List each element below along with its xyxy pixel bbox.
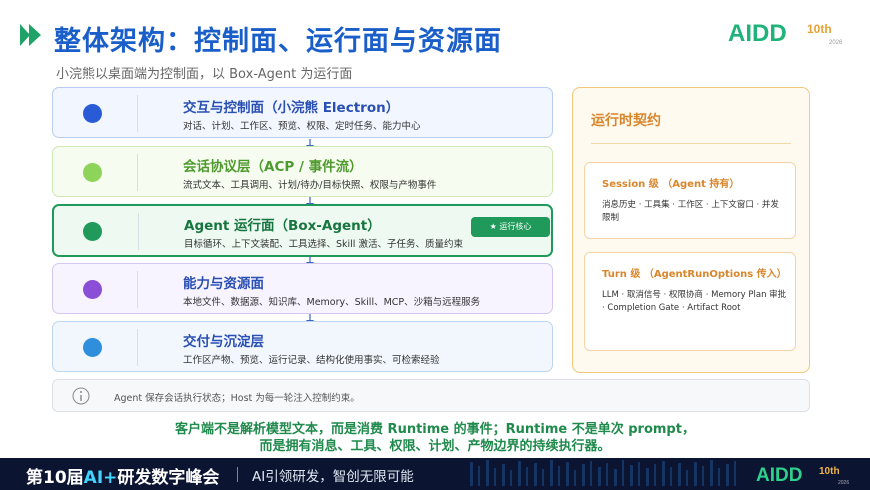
layer-capability-resource: 能力与资源面 本地文件、数据源、知识库、Memory、Skill、MCP、沙箱与… (52, 263, 553, 314)
layer-dot (83, 163, 102, 182)
svg-text:10th: 10th (819, 466, 840, 477)
layer-title: 交互与控制面（小浣熊 Electron） (183, 100, 400, 116)
footer-slogan: AI引领研发，智创无限可能 (252, 469, 414, 485)
card-title: Session 级 （Agent 持有） (602, 179, 740, 190)
layer-delivery-persistence: 交付与沉淀层 工作区产物、预览、运行记录、结构化使用事实、可检索经验 (52, 321, 553, 372)
turn-level-card: Turn 级 （AgentRunOptions 传入） LLM · 取消信号 ·… (584, 252, 796, 351)
layer-desc: 本地文件、数据源、知识库、Memory、Skill、MCP、沙箱与远程服务 (183, 297, 481, 308)
conclusion-line-2: 而是拥有消息、工具、权限、计划、产物边界的持续执行器。 (259, 439, 611, 454)
panel-title: 运行时契约 (591, 113, 661, 129)
card-title: Turn 级 （AgentRunOptions 传入） (602, 269, 787, 280)
layer-desc: 对话、计划、工作区、预览、权限、定时任务、能力中心 (183, 121, 421, 132)
layer-dot (83, 280, 102, 299)
session-level-card: Session 级 （Agent 持有） 消息历史 · 工具集 · 工作区 · … (584, 162, 796, 239)
layer-title: 交付与沉淀层 (183, 334, 264, 350)
info-icon (72, 387, 90, 405)
layer-title: 能力与资源面 (183, 276, 264, 292)
footer-aidd-logo: AIDD 10th 2026 (756, 465, 849, 486)
svg-text:2026: 2026 (829, 40, 843, 46)
card-body: 消息历史 · 工具集 · 工作区 · 上下文窗口 · 并发限制 (602, 200, 779, 223)
header-chevron-icon (20, 24, 41, 46)
page-subtitle: 小浣熊以桌面端为控制面，以 Box-Agent 为运行面 (56, 67, 353, 82)
layer-dot (83, 338, 102, 357)
note-text: Agent 保存会话执行状态；Host 为每一轮注入控制约束。 (114, 393, 360, 404)
svg-text:AIDD: AIDD (756, 465, 802, 486)
layer-desc: 流式文本、工具调用、计划/待办/目标快照、权限与产物事件 (183, 180, 437, 191)
svg-text:2026: 2026 (838, 480, 849, 486)
page-title: 整体架构：控制面、运行面与资源面 (54, 26, 502, 57)
layer-desc: 工作区产物、预览、运行记录、结构化使用事实、可检索经验 (183, 355, 440, 366)
layer-desc: 目标循环、上下文装配、工具选择、Skill 激活、子任务、质量约束 (184, 239, 463, 250)
footer-banner: 第10届AI+研发数字峰会 AI引领研发，智创无限可能 AIDD 10th 20… (0, 458, 870, 490)
layer-title: Agent 运行面（Box-Agent） (184, 218, 381, 234)
svg-text:10th: 10th (807, 22, 832, 36)
layer-session-protocol: 会话协议层（ACP / 事件流） 流式文本、工具调用、计划/待办/目标快照、权限… (52, 146, 553, 197)
info-note: Agent 保存会话执行状态；Host 为每一轮注入控制约束。 (52, 379, 810, 412)
runtime-core-badge: ★ 运行核心 (471, 217, 550, 237)
footer-title: 第10届AI+研发数字峰会 (26, 468, 220, 488)
card-body: LLM · 取消信号 · 权限协商 · Memory Plan 审批 · Com… (602, 290, 787, 313)
svg-text:AIDD: AIDD (728, 20, 787, 47)
aidd-logo: AIDD 10th 2026 (728, 20, 843, 47)
layer-dot (83, 104, 102, 123)
runtime-contract-panel: 运行时契约 Session 级 （Agent 持有） 消息历史 · 工具集 · … (572, 87, 810, 373)
layer-interaction-control: 交互与控制面（小浣熊 Electron） 对话、计划、工作区、预览、权限、定时任… (52, 87, 553, 138)
layer-title: 会话协议层（ACP / 事件流） (183, 159, 363, 175)
layer-agent-runtime: Agent 运行面（Box-Agent） 目标循环、上下文装配、工具选择、Ski… (52, 204, 553, 257)
layer-dot (83, 222, 102, 241)
